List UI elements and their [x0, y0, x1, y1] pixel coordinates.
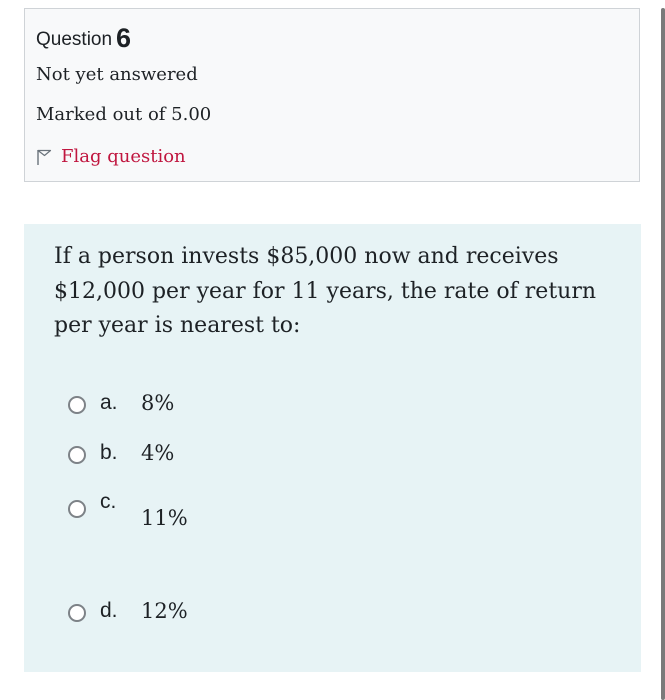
question-number-heading: Question 6	[36, 23, 131, 54]
flag-icon	[37, 149, 52, 165]
question-label: Question	[36, 29, 113, 50]
option-letter-d: d.	[100, 599, 118, 622]
flag-question-link[interactable]: Flag question	[36, 145, 186, 167]
question-number: 6	[116, 23, 132, 53]
question-state: Not yet answered	[36, 64, 198, 85]
option-text-b: 4%	[141, 441, 175, 465]
option-letter-b: b.	[100, 441, 118, 464]
option-text-d: 12%	[141, 599, 188, 623]
question-text: If a person invests $85,000 now and rece…	[54, 244, 597, 338]
question-info-panel: Question 6 Not yet answered Marked out of…	[24, 8, 640, 182]
option-text-c: 11%	[141, 506, 188, 530]
question-content-panel: If a person invests $85,000 now and rece…	[24, 224, 641, 672]
flag-question-label: Flag question	[61, 145, 186, 167]
option-letter-c: c.	[100, 490, 117, 513]
option-letter-a: a.	[100, 391, 118, 414]
radio-button-b[interactable]	[68, 446, 86, 464]
option-text-a: 8%	[141, 391, 175, 415]
radio-button-d[interactable]	[68, 604, 86, 622]
page-scrollbar[interactable]	[661, 8, 665, 700]
radio-button-c[interactable]	[68, 500, 86, 518]
question-grade: Marked out of 5.00	[36, 104, 212, 125]
radio-button-a[interactable]	[68, 396, 86, 414]
